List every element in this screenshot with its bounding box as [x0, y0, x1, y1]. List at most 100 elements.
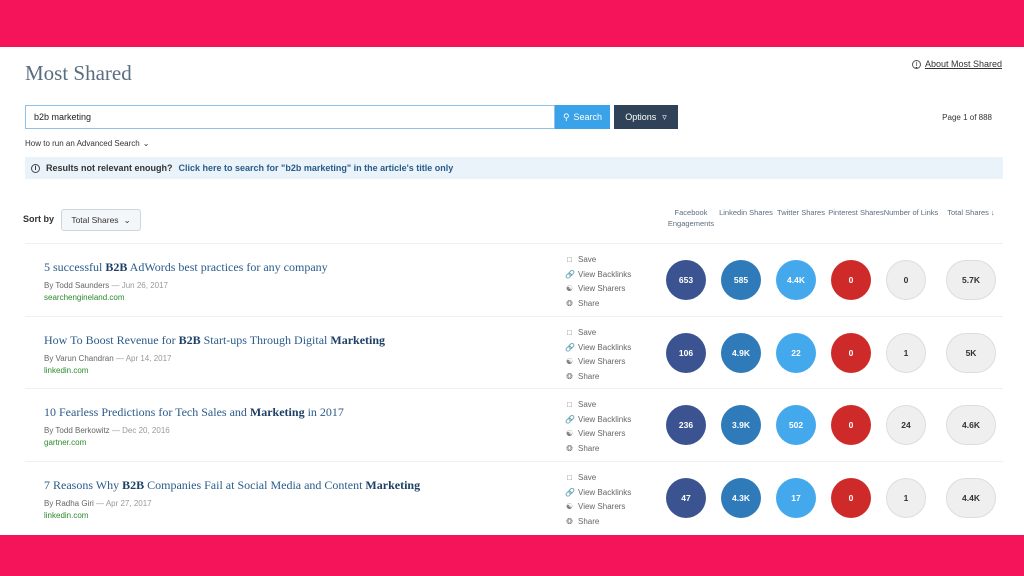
links-count[interactable]: 0 — [886, 260, 926, 300]
search-button[interactable]: ⚲ Search — [555, 105, 610, 129]
action-share[interactable]: ❂ Share — [565, 297, 631, 312]
total-count[interactable]: 4.4K — [946, 478, 996, 518]
links-count[interactable]: 24 — [886, 405, 926, 445]
action-backlinks[interactable]: 🔗 View Backlinks — [565, 413, 631, 428]
result-title-link[interactable]: 7 Reasons Why B2B Companies Fail at Soci… — [44, 478, 420, 493]
action-share-label: Share — [578, 516, 600, 526]
action-backlinks-label: View Backlinks — [578, 414, 632, 424]
result-title-link[interactable]: How To Boost Revenue for B2B Start-ups T… — [44, 333, 385, 348]
users-icon: ☯ — [565, 284, 574, 293]
options-button[interactable]: Options ▿ — [614, 105, 678, 129]
pinterest-count[interactable]: 0 — [831, 405, 871, 445]
twitter-count[interactable]: 4.4K — [776, 260, 816, 300]
col-links[interactable]: Number of Links — [881, 207, 941, 218]
linkedin-count[interactable]: 4.3K — [721, 478, 761, 518]
links-count[interactable]: 1 — [886, 478, 926, 518]
users-icon: ☯ — [565, 357, 574, 366]
relevance-notice: i Results not relevant enough? Click her… — [25, 157, 1003, 179]
action-save[interactable]: □ Save — [565, 398, 631, 413]
action-save[interactable]: □ Save — [565, 253, 631, 268]
action-share[interactable]: ❂ Share — [565, 370, 631, 385]
title-part: in 2017 — [304, 405, 344, 419]
pinterest-count[interactable]: 0 — [831, 333, 871, 373]
twitter-count[interactable]: 17 — [776, 478, 816, 518]
about-label: About Most Shared — [924, 59, 1002, 69]
info-icon: i — [911, 59, 921, 69]
total-count[interactable]: 4.6K — [946, 405, 996, 445]
col-total[interactable]: Total Shares ↓ — [941, 207, 1001, 218]
bookmark-icon: □ — [567, 400, 572, 409]
result-author[interactable]: By Todd Saunders — [44, 281, 109, 290]
facebook-count[interactable]: 47 — [666, 478, 706, 518]
action-sharers[interactable]: ☯ View Sharers — [565, 427, 631, 442]
title-part: Marketing — [330, 333, 386, 347]
col-facebook[interactable]: Facebook Engagements — [661, 207, 721, 229]
sort-selected: Total Shares — [71, 215, 119, 225]
facebook-count[interactable]: 106 — [666, 333, 706, 373]
search-input[interactable] — [25, 105, 555, 129]
linkedin-count[interactable]: 585 — [721, 260, 761, 300]
links-count[interactable]: 1 — [886, 333, 926, 373]
share-icon: ❂ — [566, 371, 573, 381]
col-linkedin[interactable]: Linkedin Shares — [716, 207, 776, 218]
action-backlinks[interactable]: 🔗 View Backlinks — [565, 341, 631, 356]
action-share[interactable]: ❂ Share — [565, 515, 631, 530]
advanced-search-link[interactable]: How to run an Advanced Search ⌄ — [25, 139, 149, 148]
twitter-count[interactable]: 502 — [776, 405, 816, 445]
action-sharers[interactable]: ☯ View Sharers — [565, 355, 631, 370]
bookmark-icon: □ — [567, 328, 572, 337]
result-domain[interactable]: linkedin.com — [44, 366, 88, 375]
bookmark-icon: □ — [567, 473, 572, 482]
chevron-down-icon: ▿ — [662, 111, 667, 122]
result-date-sep: — — [115, 354, 126, 363]
pinterest-count[interactable]: 0 — [831, 478, 871, 518]
twitter-count[interactable]: 22 — [776, 333, 816, 373]
col-twitter[interactable]: Twitter Shares — [771, 207, 831, 218]
about-most-shared-link[interactable]: i About Most Shared — [911, 59, 1002, 69]
result-title-link[interactable]: 10 Fearless Predictions for Tech Sales a… — [44, 405, 344, 420]
action-share[interactable]: ❂ Share — [565, 442, 631, 457]
total-count[interactable]: 5.7K — [946, 260, 996, 300]
search-bar: ⚲ Search Options ▿ — [25, 105, 678, 129]
users-icon: ☯ — [565, 502, 574, 511]
action-save-label: Save — [578, 400, 597, 409]
result-row: How To Boost Revenue for B2B Start-ups T… — [25, 316, 1003, 388]
result-author[interactable]: By Varun Chandran — [44, 354, 114, 363]
pinterest-count[interactable]: 0 — [831, 260, 871, 300]
title-only-search-link[interactable]: Click here to search for "b2b marketing"… — [179, 163, 454, 173]
action-backlinks[interactable]: 🔗 View Backlinks — [565, 486, 631, 501]
result-domain[interactable]: linkedin.com — [44, 511, 88, 520]
result-meta: By Todd Berkowitz — Dec 20, 2016 — [44, 426, 170, 435]
facebook-count[interactable]: 653 — [666, 260, 706, 300]
action-sharers[interactable]: ☯ View Sharers — [565, 500, 631, 515]
title-part: How To Boost Revenue for — [44, 333, 179, 347]
action-backlinks[interactable]: 🔗 View Backlinks — [565, 268, 631, 283]
col-pinterest[interactable]: Pinterest Shares — [826, 207, 886, 218]
result-date: Dec 20, 2016 — [122, 426, 170, 435]
result-domain[interactable]: gartner.com — [44, 438, 86, 447]
total-count[interactable]: 5K — [946, 333, 996, 373]
action-share-label: Share — [578, 443, 600, 453]
linkedin-count[interactable]: 4.9K — [721, 333, 761, 373]
result-domain[interactable]: searchengineland.com — [44, 293, 125, 302]
chevron-down-icon: ⌄ — [123, 214, 131, 225]
action-save[interactable]: □ Save — [565, 471, 631, 486]
options-label: Options — [625, 112, 657, 122]
action-save[interactable]: □ Save — [565, 326, 631, 341]
action-sharers[interactable]: ☯ View Sharers — [565, 282, 631, 297]
sort-select[interactable]: Total Shares ⌄ — [61, 209, 141, 231]
sort-label: Sort by — [23, 214, 55, 224]
title-part: B2B — [178, 333, 201, 347]
title-part: B2B — [105, 260, 128, 274]
action-backlinks-label: View Backlinks — [578, 269, 632, 279]
result-author[interactable]: By Todd Berkowitz — [44, 426, 110, 435]
linkedin-count[interactable]: 3.9K — [721, 405, 761, 445]
result-row: 7 Reasons Why B2B Companies Fail at Soci… — [25, 461, 1003, 533]
facebook-count[interactable]: 236 — [666, 405, 706, 445]
action-sharers-label: View Sharers — [578, 284, 626, 293]
result-title-link[interactable]: 5 successful B2B AdWords best practices … — [44, 260, 328, 275]
main-panel: Most Shared i About Most Shared ⚲ Search… — [0, 47, 1024, 535]
result-actions: □ Save 🔗 View Backlinks ☯ View Sharers ❂… — [565, 471, 631, 529]
title-part: 7 Reasons Why — [44, 478, 123, 492]
result-author[interactable]: By Radha Giri — [44, 499, 94, 508]
